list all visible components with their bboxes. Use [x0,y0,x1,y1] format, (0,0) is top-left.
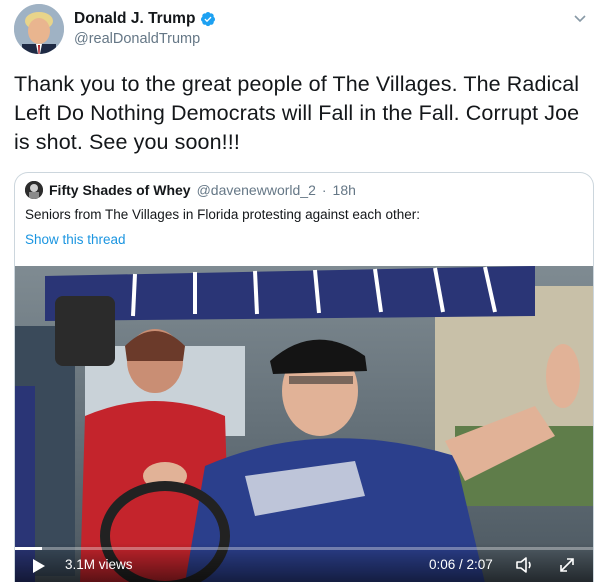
author-avatar[interactable] [14,4,64,54]
author-handle[interactable]: @realDonaldTrump [74,31,216,47]
quoted-author-avatar[interactable] [25,181,43,199]
video-controls: 3.1M views 0:06 / 2:07 [15,543,593,582]
quoted-author-handle[interactable]: @davenewworld_2 [197,182,316,198]
verified-badge-icon [201,12,216,27]
progress-fill [15,547,43,550]
view-count: 3.1M views [65,557,133,572]
chevron-down-icon[interactable] [572,10,588,26]
progress-bar[interactable] [15,547,593,550]
tweet-header: Donald J. Trump @realDonaldTrump [14,4,594,56]
video-frame [15,266,593,582]
tweet-text: Thank you to the great people of The Vil… [14,72,580,154]
show-thread-link[interactable]: Show this thread [25,232,126,247]
quoted-tweet[interactable]: Fifty Shades of Whey @davenewworld_2 · 1… [14,172,594,582]
quoted-author-name[interactable]: Fifty Shades of Whey [49,182,191,198]
quoted-text: Seniors from The Villages in Florida pro… [25,207,420,222]
volume-icon[interactable] [515,555,537,575]
play-icon[interactable] [32,558,46,574]
author-name[interactable]: Donald J. Trump [74,10,195,28]
video-player[interactable]: 3.1M views 0:06 / 2:07 [15,266,593,582]
video-time: 0:06 / 2:07 [429,557,493,572]
expand-icon[interactable] [557,555,577,575]
separator-dot: · [321,182,327,198]
quoted-timestamp[interactable]: 18h [333,182,356,198]
